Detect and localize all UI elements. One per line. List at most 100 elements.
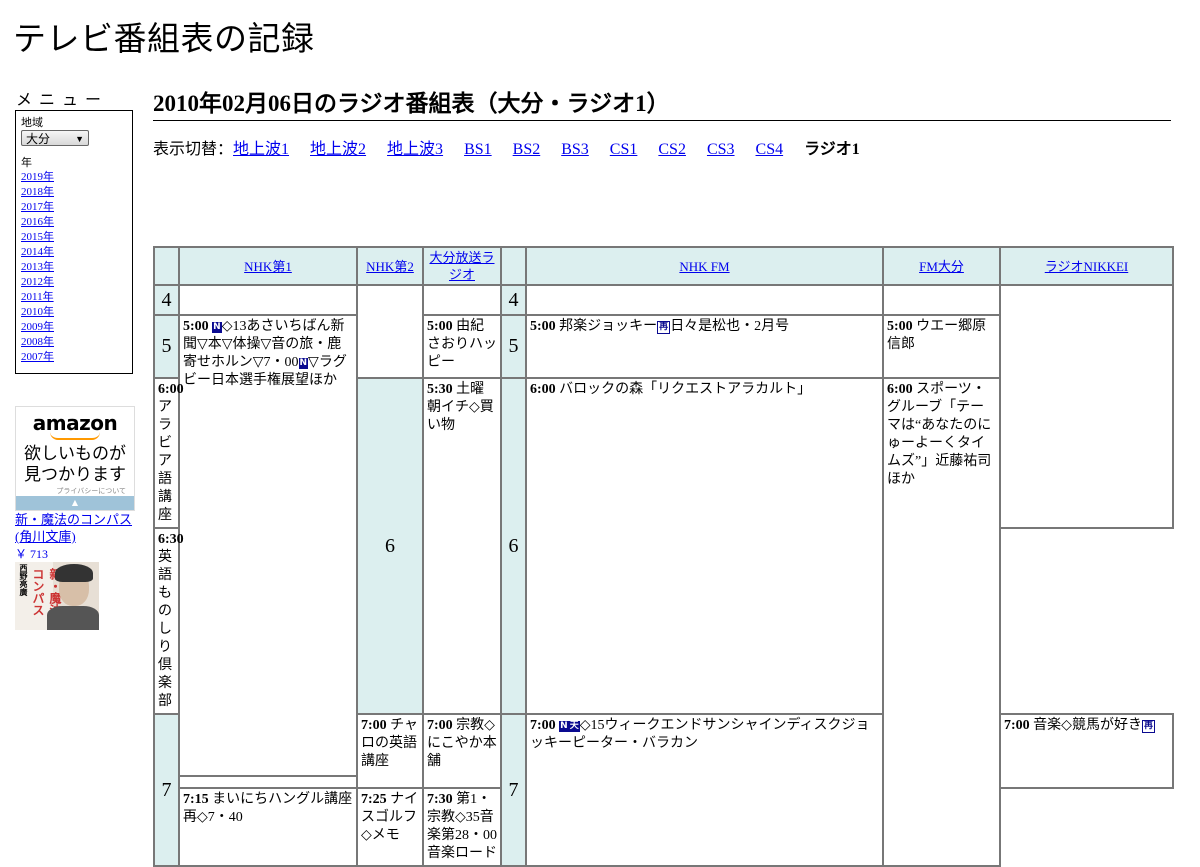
channel-link-fmoita[interactable]: FM大分 [919,259,964,274]
year-link[interactable]: 2017年 [21,201,54,213]
program-time: 5:00 [183,319,209,334]
empty-slot [882,284,1001,316]
program-cell[interactable]: 6:30 英語ものしり倶楽部 [153,527,184,715]
program-grid: NHK第1 NHK第2 大分放送ラジオ NHK FM FM大分 ラジオNIKKE… [153,246,1174,867]
program-time: 7:00 [1004,718,1030,733]
year-link[interactable]: 2009年 [21,321,54,333]
program-cell[interactable]: 7:00 宗教◇にこやか本舗 [422,713,502,789]
program-time: 5:00 [530,319,556,334]
empty-slot [356,284,424,379]
channel-link-nhk1[interactable]: NHK第1 [244,259,292,274]
hour-cell: 7 [500,713,527,867]
program-cell[interactable]: 5:00 由紀さおりハッピー [422,314,502,379]
chevron-down-icon: ▼ [75,134,84,144]
switch-bs1[interactable]: BS1 [464,141,492,158]
display-switcher: 表示切替：地上波1 地上波2 地上波3 BS1 BS2 BS3 CS1 CS2 CS3 CS4 ラジ… [153,135,881,159]
switcher-label: 表示切替： [153,141,234,158]
book-title-link[interactable]: 新・魔法のコンパス (角川文庫) [15,511,140,545]
program-time: 7:00 [361,718,387,733]
region-select[interactable]: 大分 ▼ [21,130,89,146]
switch-cs3[interactable]: CS3 [707,141,735,158]
program-time: 6:00 [887,382,913,397]
empty-slot [422,284,502,316]
year-link[interactable]: 2010年 [21,306,54,318]
channel-header-nikkei: ラジオNIKKEI [999,246,1174,286]
switch-terrestrial-2[interactable]: 地上波2 [310,141,366,158]
program-title: 邦楽ジョッキー [559,319,658,334]
program-cell[interactable]: 7:00 N 天◇15ウィークエンドサンシャインディスクジョッキーピーター・バラカ… [525,713,884,867]
program-cell[interactable]: 7:15 まいにちハングル講座再◇7・40 [178,787,358,867]
program-title: バロックの森「リクエストアラカルト」 [559,382,812,397]
program-cell[interactable]: 7:00 チャロの英語講座 [356,713,424,789]
program-time: 7:00 [427,718,453,733]
channel-link-nhkfm[interactable]: NHK FM [679,259,729,274]
hour-cell: 4 [500,284,527,316]
year-link[interactable]: 2011年 [21,291,54,303]
program-time: 6:00 [158,382,184,397]
ad-expand-bar[interactable]: ▲ [16,496,134,510]
rerun-badge-icon: 再 [1141,720,1155,733]
program-title: まいにちハングル講座 [212,792,353,807]
book-cover-image[interactable]: 西野亮廣 新・魔法のコンパス [15,562,99,630]
program-cell[interactable]: 5:30 土曜朝イチ◇買い物 [422,377,502,715]
news-badge-icon: N [559,721,569,732]
program-cell[interactable]: 7:00 音楽◇競馬が好き再 [999,713,1174,789]
empty-slot [525,284,884,316]
program-cell[interactable]: 6:00 スポーツ・グルーブ「テーマは“あなたのにゅーよーくタイムズ”」近藤祐司… [882,377,1001,867]
program-cell[interactable]: 5:00 ウエー郷原信郎 [882,314,1001,379]
program-title: アラビア語講座 [158,400,172,523]
program-time: 7:15 [183,792,209,807]
switch-cs4[interactable]: CS4 [756,141,784,158]
hour-cell: 4 [153,284,180,316]
hour-cell: 6 [500,377,527,715]
program-title: 音楽◇競馬が好き [1033,718,1142,733]
year-link[interactable]: 2013年 [21,261,54,273]
program-time: 5:30 [427,382,453,397]
switch-bs3[interactable]: BS3 [561,141,589,158]
year-label: 年 [21,157,32,169]
switch-bs2[interactable]: BS2 [513,141,541,158]
year-link[interactable]: 2015年 [21,231,54,243]
ad-privacy-link[interactable]: プライバシーについて [16,486,134,496]
program-cell[interactable]: 7:25 ナイスゴルフ◇メモ [356,787,424,867]
channel-header-nhk2: NHK第2 [356,246,424,286]
weather-badge-icon: 天 [568,721,580,732]
switch-terrestrial-3[interactable]: 地上波3 [387,141,443,158]
program-cell[interactable]: 7:30 第1・宗教◇35音楽第28・00音楽ロード [422,787,502,867]
corner-cell [153,246,180,286]
program-cell[interactable]: 5:00 邦楽ジョッキー再日々是松也・2月号 [525,314,884,379]
program-title: スポーツ・グルーブ「テーマは“あなたのにゅーよーくタイムズ”」近藤祐司ほか [887,382,992,487]
channel-link-obs[interactable]: 大分放送ラジオ [429,250,494,282]
program-title: 日々是松也・2月号 [670,319,790,334]
program-cell[interactable]: 6:00 バロックの森「リクエストアラカルト」 [525,377,884,715]
program-title: 再◇7・40 [183,810,243,825]
corner-cell [500,246,527,286]
ad-copy: 欲しいものが 見つかります [16,444,134,486]
news-badge-icon: N [212,322,222,333]
site-title: テレビ番組表の記録 [13,19,315,58]
ad-copy-line2: 見つかります [24,465,126,485]
year-link[interactable]: 2007年 [21,351,54,363]
switch-cs2[interactable]: CS2 [658,141,686,158]
year-link[interactable]: 2008年 [21,336,54,348]
menu-box: 地域 大分 ▼ 年 2019年 2018年 2017年 2016年 2015年 2… [15,110,133,374]
switch-terrestrial-1[interactable]: 地上波1 [233,141,289,158]
cover-author: 西野亮廣 [19,564,28,596]
year-link[interactable]: 2012年 [21,276,54,288]
year-link[interactable]: 2018年 [21,186,54,198]
year-link[interactable]: 2014年 [21,246,54,258]
news-badge-icon: N [298,358,309,369]
amazon-ad-banner[interactable]: amazon 欲しいものが 見つかります プライバシーについて ▲ [15,406,135,511]
program-time: 6:00 [530,382,556,397]
hour-cell: 7 [153,713,180,867]
program-cell[interactable]: 5:00 N◇13あさいちばん新聞▽本▽体操▽音の旅・鹿寄せホルン▽7・00N▽… [178,314,358,777]
channel-link-nhk2[interactable]: NHK第2 [366,259,414,274]
program-cell[interactable]: 6:00 アラビア語講座 [153,377,184,529]
hour-cell: 5 [153,314,180,379]
switch-cs1[interactable]: CS1 [610,141,638,158]
program-title: ◇15ウィークエンドサンシャインディスクジョッキーピーター・バラカン [530,718,870,751]
year-link[interactable]: 2016年 [21,216,54,228]
year-link[interactable]: 2019年 [21,171,54,183]
ad-copy-line1: 欲しいものが [24,444,126,464]
channel-link-nikkei[interactable]: ラジオNIKKEI [1045,259,1129,274]
